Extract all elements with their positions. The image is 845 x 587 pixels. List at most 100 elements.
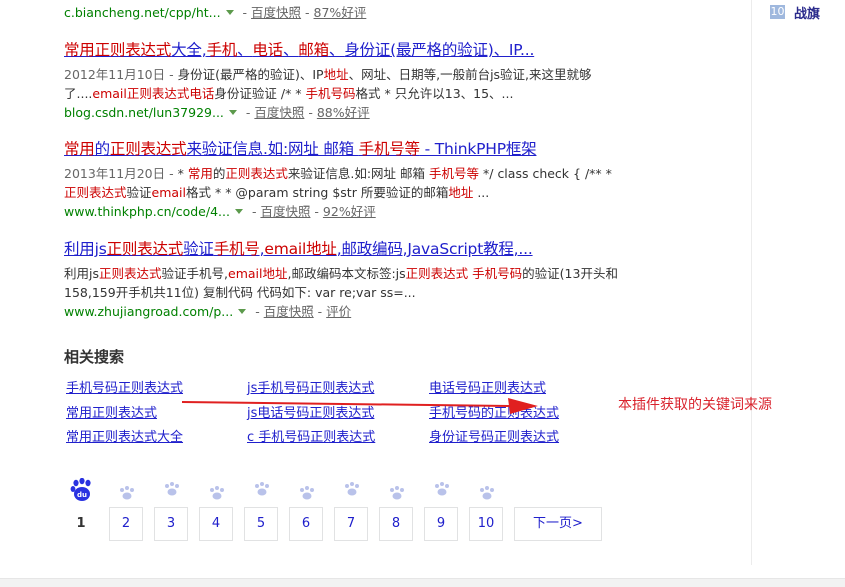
next-page-button[interactable]: 下一页> bbox=[514, 507, 602, 541]
page-link[interactable]: 2 bbox=[109, 507, 143, 541]
highlighted-keyword: 手机号码 bbox=[305, 86, 356, 101]
text-fragment: ... bbox=[473, 185, 490, 200]
result-date: 2013年11月20日 - bbox=[64, 166, 178, 181]
search-result-1: 常用正则表达式大全,手机、电话、邮箱、身份证(最严格的验证)、IP... 201… bbox=[64, 40, 624, 122]
related-searches-title: 相关搜索 bbox=[64, 348, 125, 366]
result-date: 2012年11月10日 - bbox=[64, 67, 178, 82]
text-fragment: 验证手机号, bbox=[161, 266, 228, 281]
text-fragment: 身份证验证 /* * bbox=[214, 86, 306, 101]
highlighted-keyword: 地址 bbox=[448, 185, 474, 200]
text-fragment: 格式 * 只允许以13、15、... bbox=[355, 86, 514, 101]
highlighted-keyword: 常用 bbox=[64, 140, 95, 158]
paw-icon bbox=[300, 486, 314, 500]
text-fragment: 格式 * * @param string $str 所要验证的邮箱 bbox=[186, 185, 449, 200]
highlighted-keyword: 常用正则表达式 bbox=[64, 41, 172, 59]
related-search-link[interactable]: 身份证号码正则表达式 bbox=[429, 426, 559, 445]
baidu-paw-logo-icon: du bbox=[70, 478, 91, 501]
result-url[interactable]: www.zhujiangroad.com/p... bbox=[64, 304, 233, 319]
highlighted-keyword: email地址 bbox=[264, 240, 337, 258]
highlighted-keyword: email bbox=[151, 185, 187, 200]
text-fragment: ,邮政编码本文标签:js bbox=[287, 266, 406, 281]
text-fragment: 身份证(最严格的验证)、IP bbox=[177, 67, 324, 82]
result-title[interactable]: 常用的正则表达式来验证信息.如:网址 邮箱 手机号等 - ThinkPHP框架 bbox=[64, 139, 624, 159]
text-fragment: 的 bbox=[212, 166, 226, 181]
result-url-line: c.biancheng.net/cpp/ht... - 百度快照 - 87%好评 bbox=[64, 5, 367, 20]
text-fragment: 、 bbox=[237, 41, 253, 59]
search-result-3: 利用js正则表达式验证手机号,email地址,邮政编码,JavaScript教程… bbox=[64, 239, 624, 321]
highlighted-keyword: 手机号码 bbox=[472, 266, 523, 281]
related-search-link[interactable]: 常用正则表达式大全 bbox=[66, 426, 183, 445]
rating-link[interactable]: 92%好评 bbox=[323, 204, 376, 219]
result-url-line: www.thinkphp.cn/code/4... - 百度快照 - 92%好评 bbox=[64, 204, 376, 219]
highlighted-keyword: 手机 bbox=[206, 41, 238, 59]
text-fragment: 利用js bbox=[64, 266, 99, 281]
page-link[interactable]: 3 bbox=[154, 507, 188, 541]
text-fragment: 利用js bbox=[64, 240, 107, 258]
highlighted-keyword: 常用 bbox=[187, 166, 213, 181]
snapshot-link[interactable]: 百度快照 bbox=[251, 5, 301, 20]
svg-text:du: du bbox=[77, 491, 87, 499]
result-title[interactable]: 利用js正则表达式验证手机号,email地址,邮政编码,JavaScript教程… bbox=[64, 239, 624, 259]
highlighted-keyword: 正则表达式 bbox=[64, 185, 127, 200]
dropdown-arrow-icon[interactable] bbox=[234, 209, 243, 214]
result-snippet: 2012年11月10日 - 身份证(最严格的验证)、IP地址、网址、日期等,一般… bbox=[64, 65, 624, 103]
text-fragment: */ class check { /** * bbox=[479, 166, 612, 181]
page-link[interactable]: 8 bbox=[379, 507, 413, 541]
highlighted-keyword: 手机号 bbox=[213, 240, 260, 258]
paw-icon bbox=[435, 482, 449, 496]
sidebar-badge: 10 bbox=[770, 5, 785, 19]
related-search-link[interactable]: c 手机号码正则表达式 bbox=[247, 426, 375, 445]
highlighted-keyword: 手机号等 bbox=[429, 166, 480, 181]
page-link[interactable]: 4 bbox=[199, 507, 233, 541]
text-fragment: 大全, bbox=[171, 41, 207, 59]
highlighted-keyword: email地址 bbox=[228, 266, 288, 281]
related-search-link[interactable]: 手机号码正则表达式 bbox=[66, 377, 183, 396]
highlighted-keyword: 电话 bbox=[252, 41, 283, 59]
highlighted-keyword: email正则表达式电话 bbox=[92, 86, 215, 101]
page-link[interactable]: 10 bbox=[469, 507, 503, 541]
page-link[interactable]: 7 bbox=[334, 507, 368, 541]
highlighted-keyword: 手机号等 bbox=[358, 140, 420, 158]
paw-icon bbox=[165, 482, 179, 496]
highlighted-keyword: 正则表达式 bbox=[225, 166, 288, 181]
rating-link[interactable]: 87%好评 bbox=[314, 5, 367, 20]
highlighted-keyword: 地址 bbox=[323, 67, 349, 82]
text-fragment: * bbox=[177, 166, 188, 181]
text-fragment: - ThinkPHP框架 bbox=[419, 140, 537, 158]
paw-icon bbox=[210, 486, 224, 500]
paw-icon bbox=[120, 486, 134, 500]
snapshot-link[interactable]: 百度快照 bbox=[260, 204, 310, 219]
dropdown-arrow-icon[interactable] bbox=[228, 110, 237, 115]
paw-icon bbox=[345, 482, 359, 496]
result-url[interactable]: c.biancheng.net/cpp/ht... bbox=[64, 5, 221, 20]
page-link[interactable]: 9 bbox=[424, 507, 458, 541]
related-search-link[interactable]: 常用正则表达式 bbox=[66, 402, 157, 421]
paw-icon bbox=[390, 486, 404, 500]
highlighted-keyword: 正则表达式 bbox=[99, 266, 162, 281]
annotation-text: 本插件获取的关键词来源 bbox=[618, 397, 772, 413]
rating-link[interactable]: 评价 bbox=[326, 304, 351, 319]
result-title[interactable]: 常用正则表达式大全,手机、电话、邮箱、身份证(最严格的验证)、IP... bbox=[64, 40, 624, 60]
snapshot-link[interactable]: 百度快照 bbox=[264, 304, 314, 319]
rating-link[interactable]: 88%好评 bbox=[317, 105, 370, 120]
highlighted-keyword: 正则表达式 bbox=[106, 240, 184, 258]
result-url[interactable]: www.thinkphp.cn/code/4... bbox=[64, 204, 230, 219]
page-link[interactable]: 6 bbox=[289, 507, 323, 541]
result-snippet: 2013年11月20日 - * 常用的正则表达式来验证信息.如:网址 邮箱 手机… bbox=[64, 164, 624, 202]
highlighted-keyword: 正则表达式 bbox=[109, 140, 187, 158]
snapshot-link[interactable]: 百度快照 bbox=[254, 105, 304, 120]
annotation-arrow-icon bbox=[181, 398, 538, 414]
highlighted-keyword: 正则表达式 bbox=[405, 266, 469, 281]
text-fragment: 来验证信息.如:网址 邮箱 bbox=[287, 166, 430, 181]
sidebar-divider bbox=[751, 0, 752, 565]
text-fragment: ,邮政编码,JavaScript教程,... bbox=[336, 240, 533, 258]
result-url[interactable]: blog.csdn.net/lun37929... bbox=[64, 105, 224, 120]
page-link[interactable]: 5 bbox=[244, 507, 278, 541]
text-fragment: 、 bbox=[282, 41, 299, 59]
sidebar-label[interactable]: 战旗 bbox=[794, 3, 820, 22]
dropdown-arrow-icon[interactable] bbox=[238, 309, 247, 314]
dropdown-arrow-icon[interactable] bbox=[225, 10, 234, 15]
highlighted-keyword: 邮箱 bbox=[298, 41, 329, 59]
text-fragment: 、 bbox=[328, 41, 345, 59]
page-current: 1 bbox=[76, 516, 86, 531]
